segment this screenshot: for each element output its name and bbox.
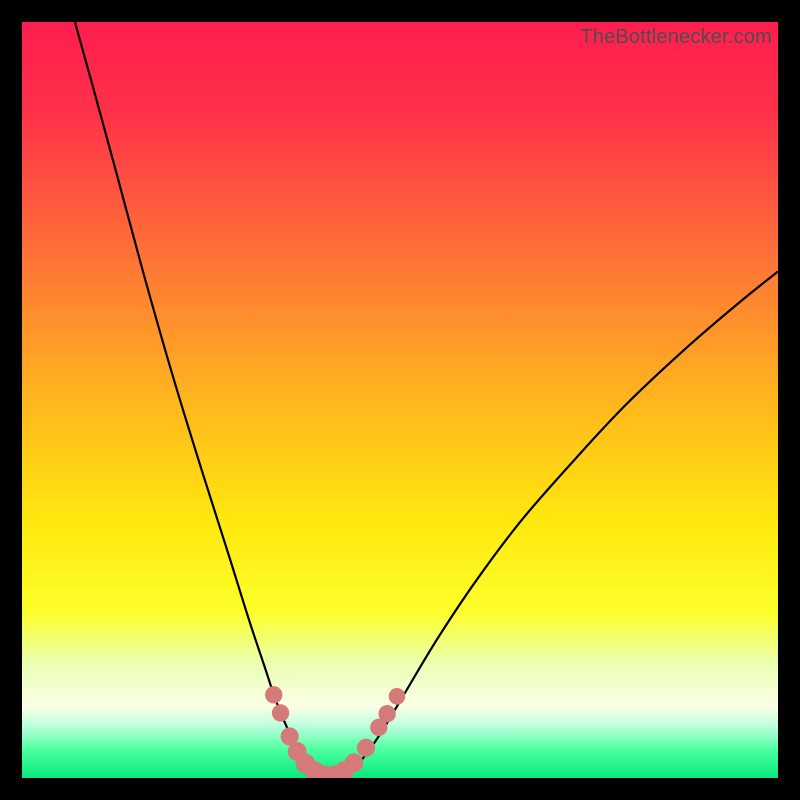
- plot-area: [22, 22, 778, 778]
- data-marker: [389, 688, 406, 705]
- left-curve: [75, 22, 332, 778]
- data-marker: [378, 705, 395, 722]
- watermark-text: TheBottlenecker.com: [580, 26, 772, 49]
- curves-layer: [22, 22, 778, 778]
- data-marker: [357, 739, 375, 757]
- chart-frame: TheBottlenecker.com: [0, 0, 800, 800]
- data-marker: [272, 704, 289, 721]
- data-marker: [265, 686, 282, 703]
- data-marker: [344, 753, 363, 772]
